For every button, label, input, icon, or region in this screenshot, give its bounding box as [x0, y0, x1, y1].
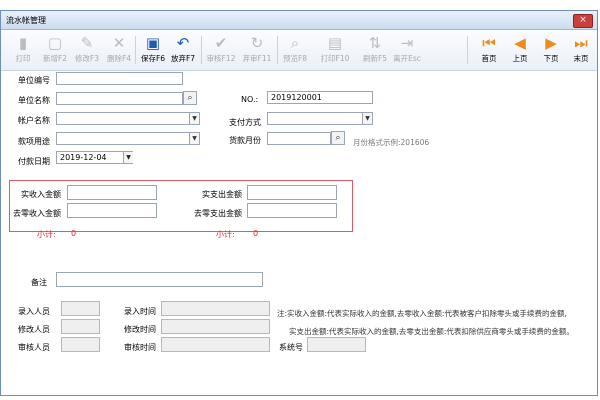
preview-button[interactable]: ⌕ 预览F8	[275, 32, 315, 66]
search-icon: ⌕	[187, 93, 193, 103]
arrow-left-icon: ◀	[514, 34, 526, 52]
purpose-label: 款项用途	[18, 137, 50, 146]
reload-icon: ↻	[250, 34, 264, 52]
income-round-input[interactable]	[67, 203, 157, 218]
income-input[interactable]	[67, 185, 157, 200]
magnifier-icon: ⌕	[290, 34, 300, 52]
discard-button[interactable]: ↶ 放弃F7	[163, 32, 203, 66]
note-line-2: 实支出金额:代表实际收入的金额,去零支出金额:代表扣除供应商零头或手续费的金额。	[289, 327, 574, 336]
entry-person-label: 录入人员	[18, 307, 50, 316]
system-no-field	[307, 337, 366, 352]
audit-time-field	[161, 337, 270, 352]
no-input[interactable]: 2019120001	[267, 91, 373, 104]
modify-time-label: 修改时间	[124, 325, 156, 334]
toolbar-separator	[467, 36, 468, 64]
search-icon: ⌕	[335, 133, 341, 143]
unit-code-label: 单位编号	[18, 76, 50, 85]
unaudit-button[interactable]: ↻ 弃审F11	[237, 32, 277, 66]
chevron-down-icon: ▼	[189, 113, 199, 124]
purpose-select[interactable]: ▼	[56, 132, 200, 145]
expense-round-label: 去零支出金额	[194, 209, 242, 218]
delete-icon: ✕	[112, 34, 126, 52]
subtotal-expense-value: 0	[253, 229, 259, 238]
unit-name-input[interactable]	[56, 92, 183, 105]
main-window: 流水帐管理 × ▮ 打印 ▢ 新增F2 ✎ 修改F3 ✕ 删除F4 ▣ 保存F6…	[0, 10, 598, 396]
audit-time-label: 审核时间	[124, 343, 156, 352]
expense-input[interactable]	[247, 185, 337, 200]
title-bar: 流水帐管理 ×	[1, 11, 597, 30]
audit-button[interactable]: ✔ 审核F12	[201, 32, 241, 66]
new-doc-icon: ▢	[47, 34, 63, 52]
undo-icon: ↶	[176, 34, 190, 52]
subtotal-income-label: 小计:	[37, 230, 56, 239]
print-icon: ▮	[18, 34, 28, 52]
check-icon: ✔	[214, 34, 228, 52]
chevron-down-icon[interactable]: ▼	[123, 152, 133, 163]
edit-icon: ✎	[80, 34, 94, 52]
unit-name-label: 单位名称	[18, 96, 50, 105]
printer-icon: ▤	[327, 34, 343, 52]
paymethod-select[interactable]: ▼	[267, 112, 373, 125]
last-page-icon: ⏭	[574, 34, 588, 52]
modify-person-field	[61, 319, 100, 334]
save-icon: ▣	[145, 34, 161, 52]
print-f10-button[interactable]: ▤ 打印F10	[315, 32, 355, 66]
entry-person-field	[61, 301, 100, 316]
month-search-button[interactable]: ⌕	[331, 131, 345, 145]
modify-time-field	[161, 319, 270, 334]
note-line-1: 注:实收入金额:代表实际收入的金额,去零收入金额:代表被客户扣除零头或手续费的金…	[277, 309, 567, 318]
exit-button[interactable]: ⇥ 离开Esc	[387, 32, 427, 66]
system-no-label: 系统号	[279, 343, 303, 352]
chevron-down-icon: ▼	[362, 113, 372, 124]
month-input[interactable]	[267, 132, 331, 145]
income-round-label: 去零收入金额	[13, 209, 61, 218]
income-label: 实收入金额	[21, 190, 61, 199]
unit-search-button[interactable]: ⌕	[183, 91, 197, 105]
expense-round-input[interactable]	[247, 203, 337, 218]
month-hint: 月份格式示例:201606	[353, 138, 430, 147]
toolbar: ▮ 打印 ▢ 新增F2 ✎ 修改F3 ✕ 删除F4 ▣ 保存F6 ↶ 放弃F7 …	[1, 30, 597, 71]
account-label: 帐户名称	[18, 116, 50, 125]
audit-person-field	[61, 337, 100, 352]
subtotal-income-value: 0	[71, 229, 77, 238]
expense-label: 实支出金额	[202, 190, 242, 199]
audit-person-label: 审核人员	[18, 343, 50, 352]
exit-door-icon: ⇥	[400, 34, 414, 52]
window-title: 流水帐管理	[6, 16, 46, 25]
subtotal-expense-label: 小计:	[216, 230, 235, 239]
arrow-right-icon: ▶	[545, 34, 557, 52]
month-label: 货款月份	[229, 136, 261, 145]
modify-person-label: 修改人员	[18, 325, 50, 334]
first-page-icon: ⏮	[482, 34, 496, 52]
close-button[interactable]: ×	[573, 14, 593, 28]
unit-code-input[interactable]	[56, 72, 183, 85]
refresh-icon: ⇅	[368, 34, 382, 52]
remark-label: 备注	[31, 278, 47, 287]
chevron-down-icon: ▼	[189, 133, 199, 144]
entry-time-field	[161, 301, 270, 316]
remark-input[interactable]	[56, 272, 263, 287]
last-page-button[interactable]: ⏭ 末页	[561, 32, 600, 66]
date-picker[interactable]: 2019-12-04	[56, 151, 133, 164]
entry-time-label: 录入时间	[124, 307, 156, 316]
account-select[interactable]: ▼	[56, 112, 200, 125]
no-label: NO.:	[241, 95, 259, 104]
date-label: 付款日期	[18, 157, 50, 166]
paymethod-label: 支付方式	[229, 118, 261, 127]
